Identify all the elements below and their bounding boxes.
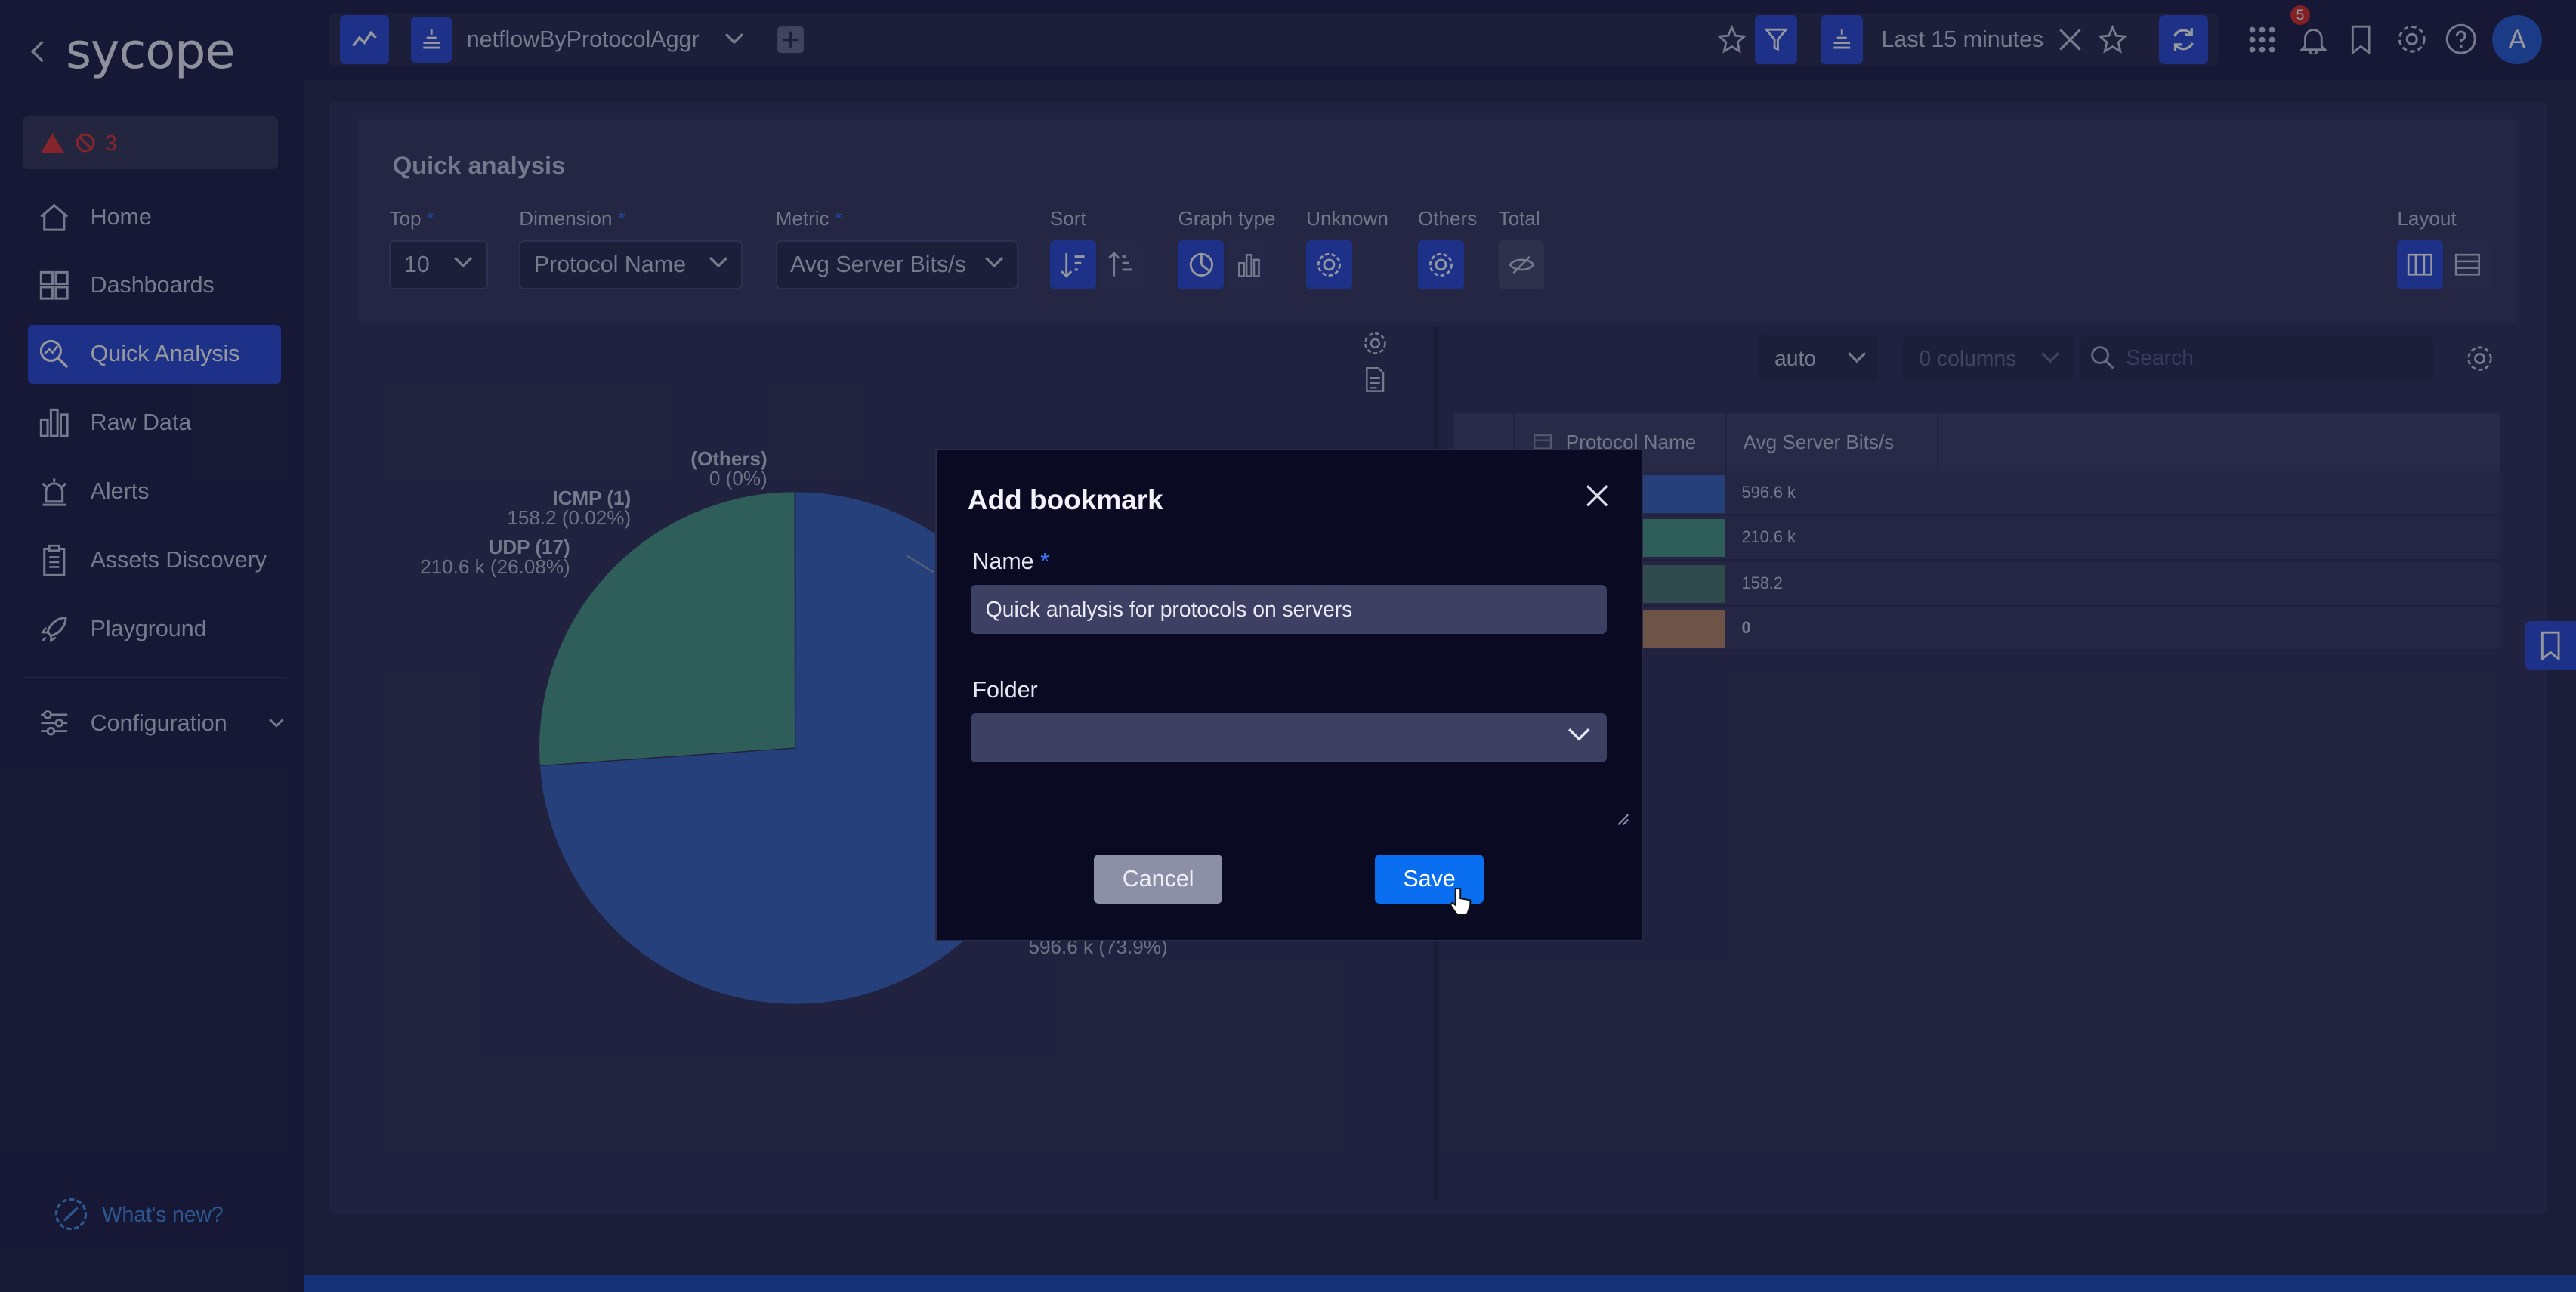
chevron-down-icon — [1568, 728, 1590, 743]
pointer-cursor-icon — [1449, 887, 1472, 916]
resize-grip-icon[interactable] — [1617, 813, 1629, 826]
name-label: Name * — [972, 549, 1049, 575]
add-bookmark-dialog: Add bookmark Name * Quick analysis for p… — [935, 449, 1643, 942]
folder-select[interactable] — [971, 713, 1607, 762]
bookmark-name-input[interactable]: Quick analysis for protocols on servers — [971, 585, 1607, 634]
folder-label: Folder — [972, 677, 1037, 703]
close-icon[interactable] — [1586, 484, 1608, 507]
cancel-button[interactable]: Cancel — [1094, 855, 1222, 904]
dialog-title: Add bookmark — [968, 484, 1163, 516]
